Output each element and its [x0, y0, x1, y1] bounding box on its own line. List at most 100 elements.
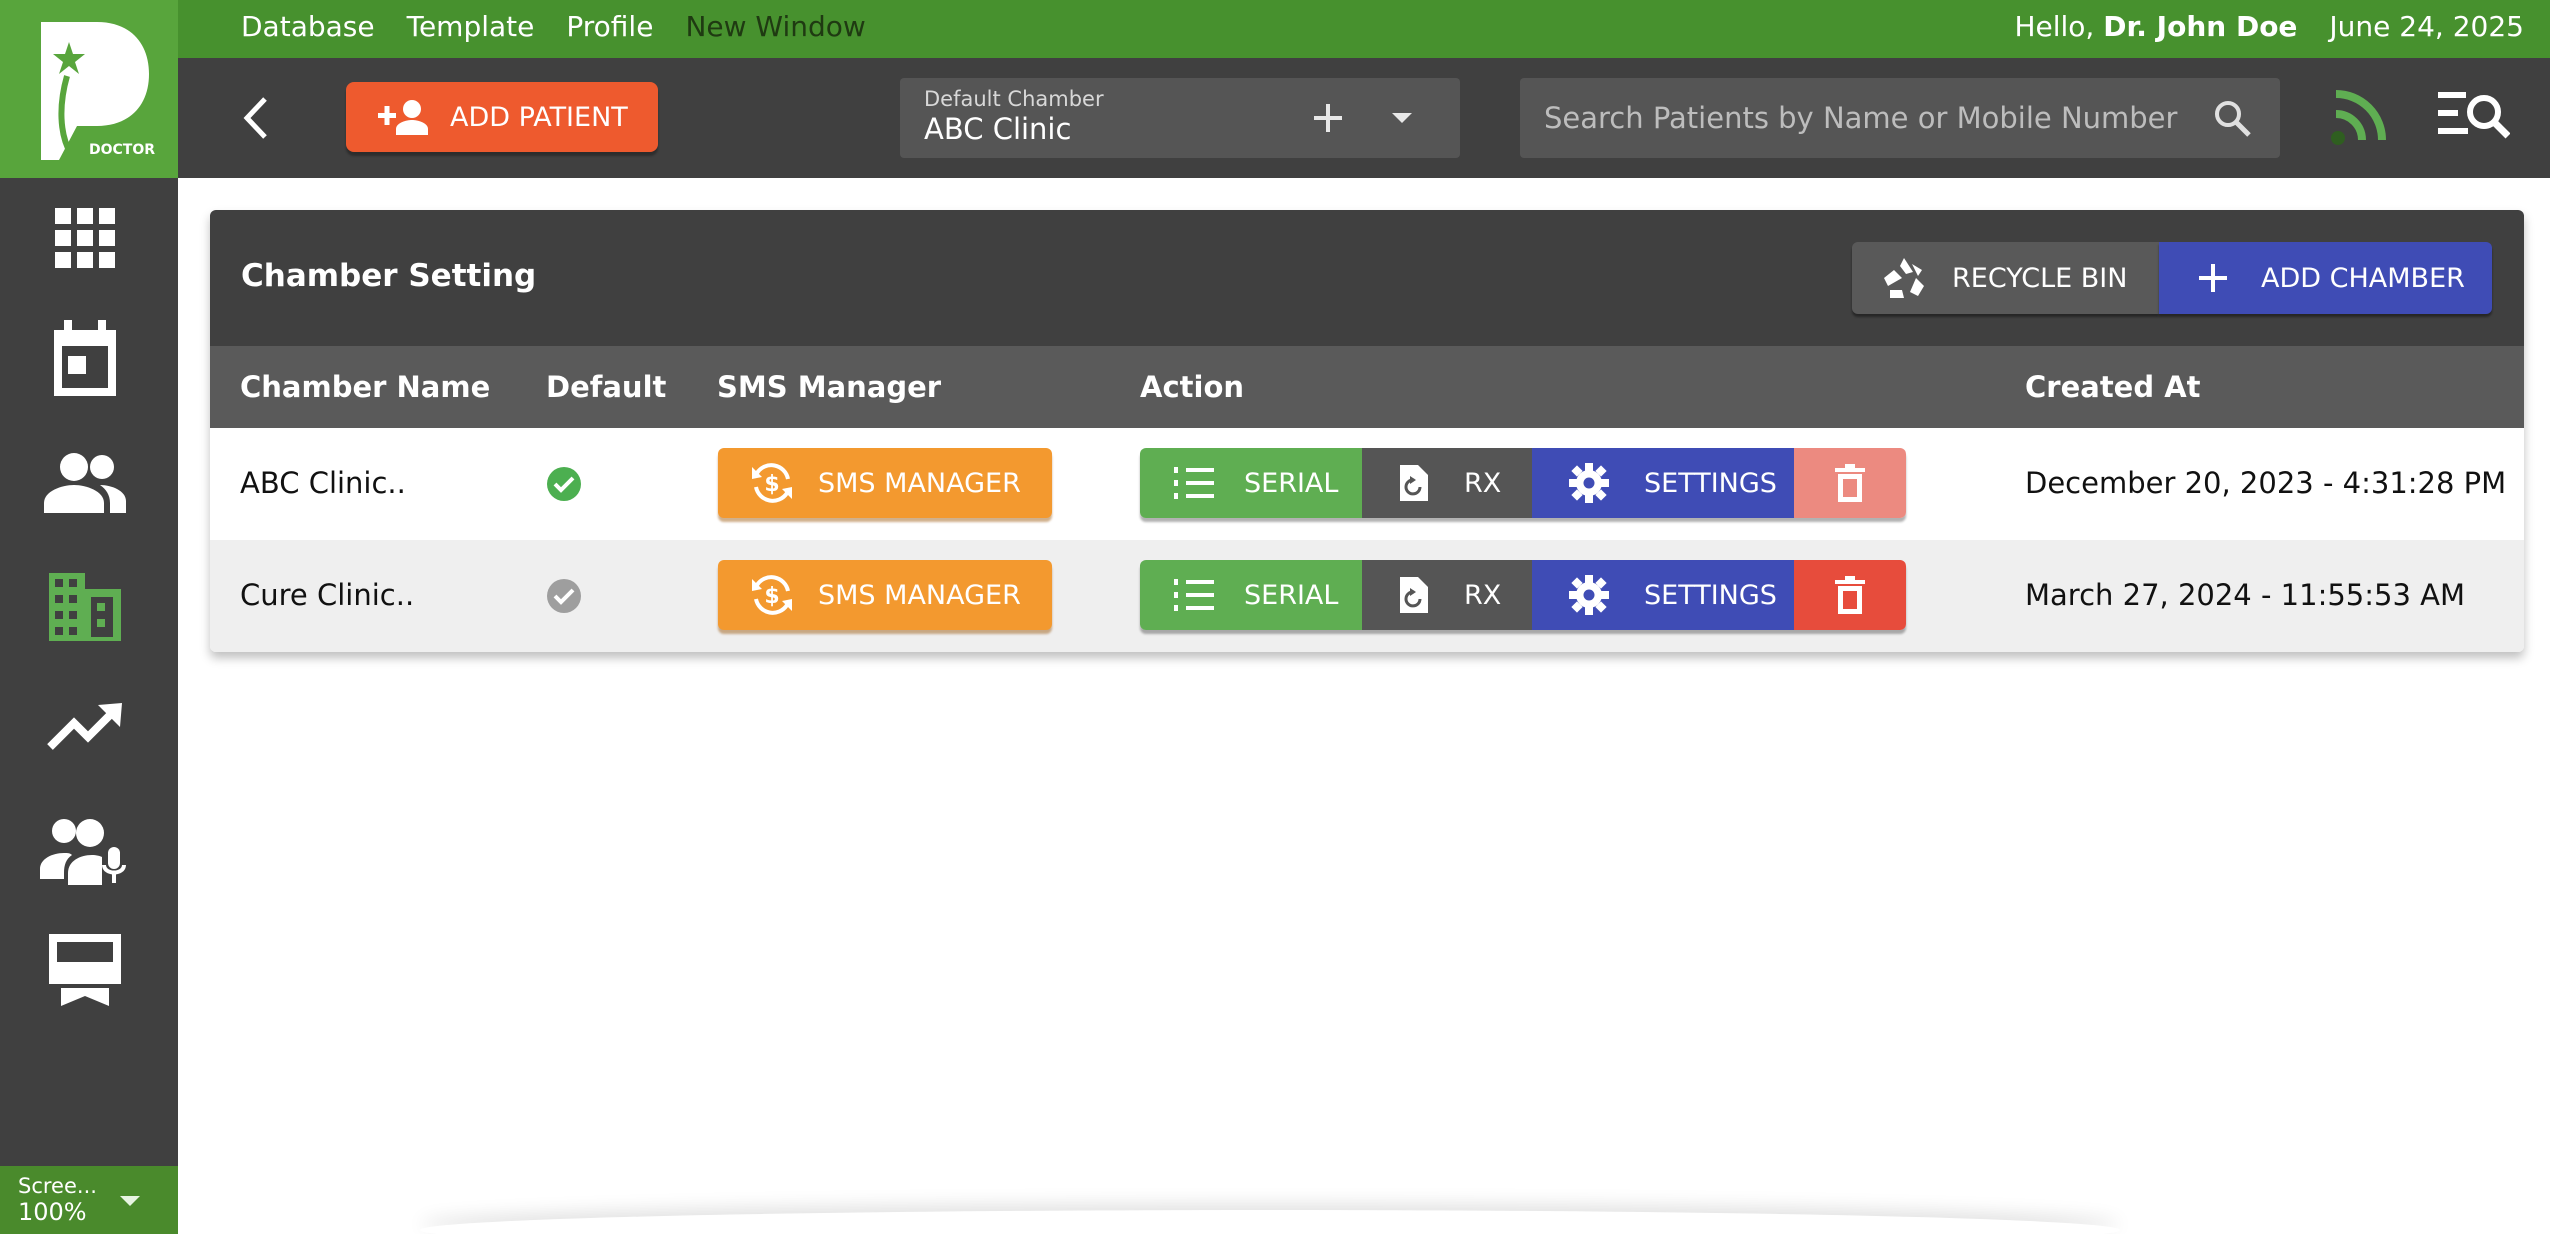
- building-icon: [49, 573, 121, 641]
- sidebar-item-reports[interactable]: [35, 676, 135, 776]
- doctor-logo-icon: DOCTOR: [41, 22, 155, 160]
- greeting: Hello, Dr. John Doe: [2014, 10, 2297, 43]
- document-restore-icon: [1400, 465, 1428, 501]
- chamber-name: Cure Clinic..: [240, 578, 415, 612]
- header-toolbar: ADD PATIENT Default Chamber ABC Clinic: [178, 58, 2550, 178]
- column-header-default: Default: [546, 370, 667, 404]
- settings-label: SETTINGS: [1644, 579, 1777, 611]
- footer-shadow: [420, 1210, 2120, 1234]
- settings-button[interactable]: SETTINGS: [1532, 448, 1794, 518]
- zoom-label: Scree...: [18, 1174, 97, 1198]
- grid-icon: [55, 208, 115, 268]
- currency-sync-icon: $: [752, 575, 792, 615]
- chevron-left-icon: [243, 97, 267, 139]
- nav-database[interactable]: Database: [241, 10, 375, 43]
- numbered-list-icon: [1174, 579, 1214, 611]
- search-icon[interactable]: [2212, 98, 2252, 138]
- table-row: Cure Clinic.. $ SMS MANAGER SERIAL RX SE…: [210, 540, 2524, 652]
- zoom-value: 100%: [18, 1198, 87, 1226]
- screen-zoom-select[interactable]: Scree... 100%: [0, 1166, 178, 1234]
- rx-button[interactable]: RX: [1362, 560, 1532, 630]
- plus-icon: [2199, 264, 2227, 292]
- sidebar-item-display[interactable]: [35, 920, 135, 1020]
- table-header: Chamber Name Default SMS Manager Action …: [210, 346, 2524, 428]
- settings-button[interactable]: SETTINGS: [1532, 560, 1794, 630]
- current-date: June 24, 2025: [2329, 10, 2524, 43]
- recycle-bin-button[interactable]: RECYCLE BIN: [1852, 242, 2159, 314]
- sidebar: DOCTOR Scree... 100%: [0, 0, 178, 1234]
- user-name: Dr. John Doe: [2103, 10, 2298, 43]
- chevron-down-icon: [120, 1196, 140, 1206]
- rss-icon[interactable]: [2330, 86, 2390, 146]
- greeting-prefix: Hello,: [2014, 10, 2095, 43]
- chevron-down-icon[interactable]: [1392, 113, 1412, 123]
- sidebar-item-dashboard[interactable]: [35, 188, 135, 288]
- top-menu-bar: Database Template Profile New Window Hel…: [178, 0, 2550, 58]
- settings-label: SETTINGS: [1644, 467, 1777, 499]
- nav-new-window[interactable]: New Window: [685, 10, 865, 43]
- recycle-bin-label: RECYCLE BIN: [1952, 262, 2128, 294]
- serial-button[interactable]: SERIAL: [1140, 560, 1362, 630]
- chamber-select-label: Default Chamber: [924, 87, 1104, 111]
- created-at: March 27, 2024 - 11:55:53 AM: [2025, 578, 2465, 612]
- action-button-group: SERIAL RX SETTINGS: [1140, 560, 1906, 630]
- nav-template[interactable]: Template: [407, 10, 535, 43]
- trash-icon: [1835, 576, 1865, 614]
- gear-icon: [1569, 463, 1609, 503]
- kiosk-icon: [49, 934, 121, 1006]
- chamber-name: ABC Clinic..: [240, 466, 406, 500]
- check-circle-icon[interactable]: [546, 578, 582, 614]
- check-circle-icon: [547, 467, 581, 501]
- find-in-list-icon[interactable]: [2436, 88, 2510, 140]
- delete-button[interactable]: [1794, 560, 1906, 630]
- logo-caption: DOCTOR: [89, 142, 155, 158]
- add-patient-button[interactable]: ADD PATIENT: [346, 82, 658, 152]
- action-button-group: SERIAL RX SETTINGS: [1140, 448, 1906, 518]
- sidebar-item-chambers[interactable]: [35, 556, 135, 656]
- sidebar-item-appointments[interactable]: [35, 308, 135, 408]
- voice-users-icon: [40, 819, 126, 885]
- chamber-settings-card: Chamber Setting RECYCLE BIN ADD CHAMBER …: [210, 210, 2524, 652]
- add-patient-label: ADD PATIENT: [450, 101, 628, 133]
- column-header-action: Action: [1140, 370, 1245, 404]
- sms-manager-button[interactable]: $ SMS MANAGER: [718, 560, 1052, 630]
- column-header-sms-manager: SMS Manager: [717, 370, 942, 404]
- serial-label: SERIAL: [1244, 467, 1339, 499]
- search-input[interactable]: [1520, 78, 2200, 158]
- recycle-icon: [1884, 258, 1924, 298]
- top-nav: Database Template Profile New Window: [241, 10, 866, 43]
- svg-text:$: $: [764, 584, 779, 609]
- serial-label: SERIAL: [1244, 579, 1339, 611]
- trash-icon: [1835, 464, 1865, 502]
- nav-profile[interactable]: Profile: [566, 10, 653, 43]
- created-at: December 20, 2023 - 4:31:28 PM: [2025, 466, 2507, 500]
- sidebar-item-assistants[interactable]: [35, 800, 135, 900]
- column-header-created-at: Created At: [2025, 370, 2201, 404]
- rx-label: RX: [1464, 579, 1502, 611]
- card-header: Chamber Setting RECYCLE BIN ADD CHAMBER: [210, 210, 2524, 346]
- logo[interactable]: DOCTOR: [0, 0, 178, 178]
- table-row: ABC Clinic.. $ SMS MANAGER SERIAL RX SET…: [210, 428, 2524, 540]
- calendar-icon: [54, 320, 116, 396]
- sms-manager-button[interactable]: $ SMS MANAGER: [718, 448, 1052, 518]
- back-button[interactable]: [226, 88, 286, 148]
- chamber-select-value: ABC Clinic: [924, 112, 1072, 146]
- rx-label: RX: [1464, 467, 1502, 499]
- user-info: Hello, Dr. John Doe June 24, 2025: [2014, 10, 2524, 43]
- sidebar-item-patients[interactable]: [35, 432, 135, 532]
- svg-text:$: $: [764, 472, 779, 497]
- document-restore-icon: [1400, 577, 1428, 613]
- numbered-list-icon: [1174, 467, 1214, 499]
- currency-sync-icon: $: [752, 463, 792, 503]
- plus-icon[interactable]: [1310, 100, 1346, 136]
- patient-search: [1520, 78, 2280, 158]
- default-chamber-select[interactable]: Default Chamber ABC Clinic: [900, 78, 1460, 158]
- serial-button[interactable]: SERIAL: [1140, 448, 1362, 518]
- sms-manager-label: SMS MANAGER: [818, 579, 1021, 611]
- delete-button[interactable]: [1794, 448, 1906, 518]
- column-header-chamber-name: Chamber Name: [240, 370, 491, 404]
- rx-button[interactable]: RX: [1362, 448, 1532, 518]
- add-chamber-button[interactable]: ADD CHAMBER: [2159, 242, 2492, 314]
- sms-manager-label: SMS MANAGER: [818, 467, 1021, 499]
- people-icon: [44, 453, 126, 513]
